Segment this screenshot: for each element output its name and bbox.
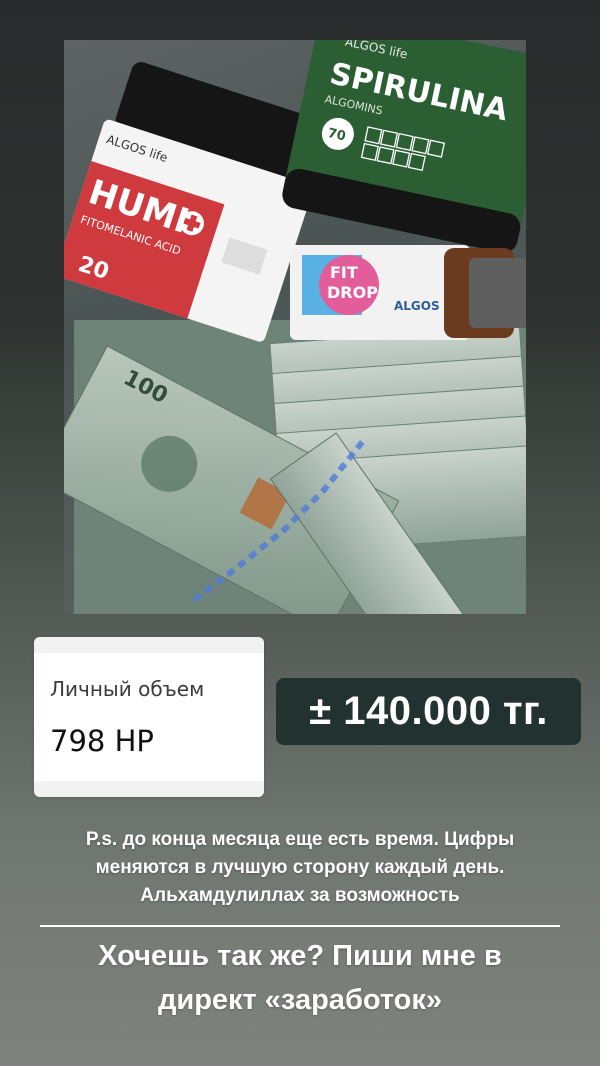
personal-volume-value: 798 HP bbox=[50, 724, 154, 758]
fitdrops-bottle: FIT DROP ALGOS bbox=[290, 245, 526, 340]
personal-volume-label: Личный объем bbox=[50, 677, 205, 701]
story-photo: 100 ALGOS life HUMI FITOMELANIC ACID 20 bbox=[64, 40, 526, 614]
products-and-cash-image: 100 ALGOS life HUMI FITOMELANIC ACID 20 bbox=[64, 40, 526, 614]
fitdrops-brand: ALGOS bbox=[394, 299, 440, 313]
call-to-action: Хочешь так же? Пиши мне в директ «зарабо… bbox=[20, 934, 580, 1022]
ps-line: P.s. до конца месяца еще есть время. Циф… bbox=[85, 829, 515, 850]
banknote-stack: 100 bbox=[64, 320, 526, 614]
ps-line: Альхамдулиллах за возможность bbox=[140, 885, 460, 906]
ps-line: меняются в лучшую сторону каждый день. bbox=[95, 857, 505, 878]
card-bottom-strip bbox=[34, 781, 264, 797]
ps-message: P.s. до конца месяца еще есть время. Циф… bbox=[20, 826, 580, 910]
card-top-strip bbox=[34, 637, 264, 653]
svg-text:DROP: DROP bbox=[327, 283, 378, 302]
cta-line: директ «заработок» bbox=[157, 984, 443, 1016]
cta-line: Хочешь так же? Пиши мне в bbox=[98, 940, 502, 972]
svg-text:FIT: FIT bbox=[330, 263, 358, 282]
spirulina-jar: ALGOS life SPIRULINA ALGOMINS 70 bbox=[282, 40, 526, 253]
personal-volume-card: Личный объем 798 HP bbox=[34, 637, 264, 797]
divider-line bbox=[40, 925, 560, 927]
income-amount-badge: ± 140.000 тг. bbox=[276, 678, 581, 745]
